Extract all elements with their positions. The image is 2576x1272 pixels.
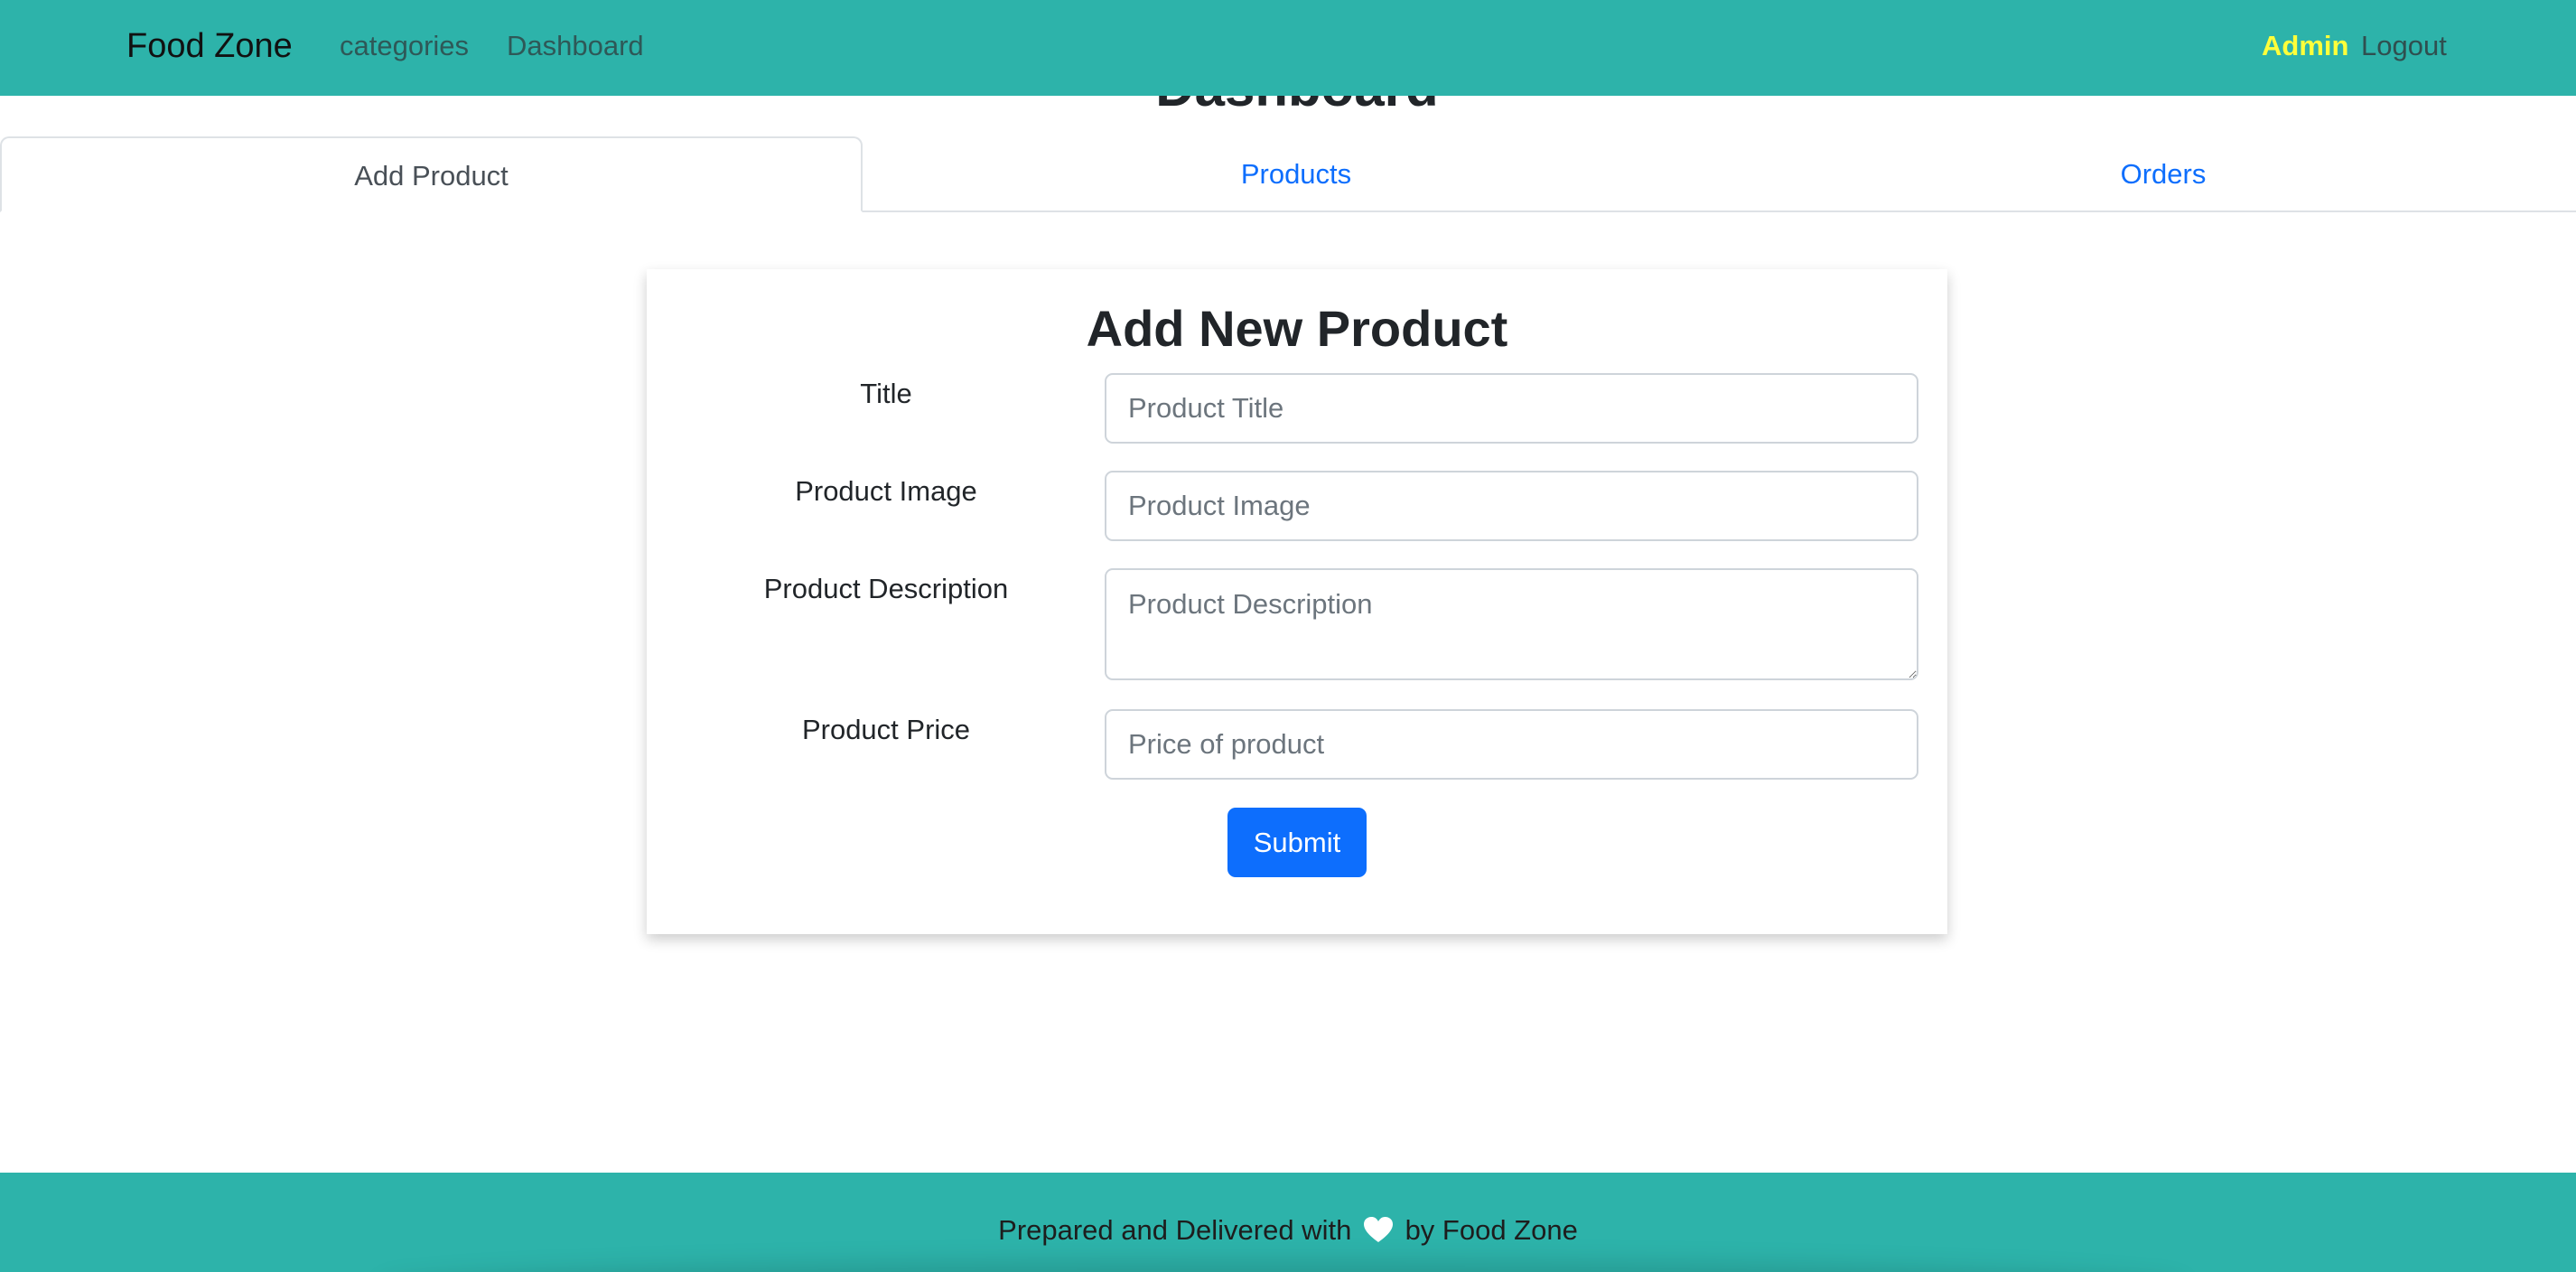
product-price-label: Product Price (801, 714, 971, 745)
footer-text: Prepared and Delivered with by Food Zone (0, 1211, 2576, 1250)
tab-orders[interactable]: Orders (1730, 136, 2576, 212)
nav-link-dashboard[interactable]: Dashboard (507, 26, 644, 66)
product-price-input[interactable] (1105, 709, 1918, 780)
add-product-card: Add New Product Title Product Image Prod… (647, 269, 1947, 934)
product-description-textarea[interactable] (1105, 568, 1918, 680)
logout-link[interactable]: Logout (2361, 26, 2447, 66)
footer: Prepared and Delivered with by Food Zone (0, 1173, 2576, 1272)
product-description-label: Product Description (763, 573, 1009, 604)
tab-products[interactable]: Products (863, 136, 1730, 212)
form-title: Add New Product (1086, 300, 1508, 357)
navbar: Food Zone categories Dashboard Admin Log… (0, 0, 2576, 96)
product-title-input[interactable] (1105, 373, 1918, 444)
brand-logo[interactable]: Food Zone (126, 22, 293, 70)
footer-text-before: Prepared and Delivered with (998, 1214, 1352, 1246)
product-image-input[interactable] (1105, 471, 1918, 541)
product-image-label: Product Image (795, 475, 977, 507)
title-label: Title (860, 378, 912, 409)
submit-button[interactable]: Submit (1227, 808, 1367, 877)
tab-add-product[interactable]: Add Product (0, 136, 863, 212)
page-root: Food Zone categories Dashboard Admin Log… (0, 0, 2576, 1272)
nav-link-categories[interactable]: categories (340, 26, 469, 66)
admin-user-label: Admin (2262, 30, 2349, 61)
footer-shadow (379, 1259, 2186, 1272)
heart-icon (1363, 1217, 1393, 1242)
footer-text-after: by Food Zone (1405, 1214, 1578, 1246)
